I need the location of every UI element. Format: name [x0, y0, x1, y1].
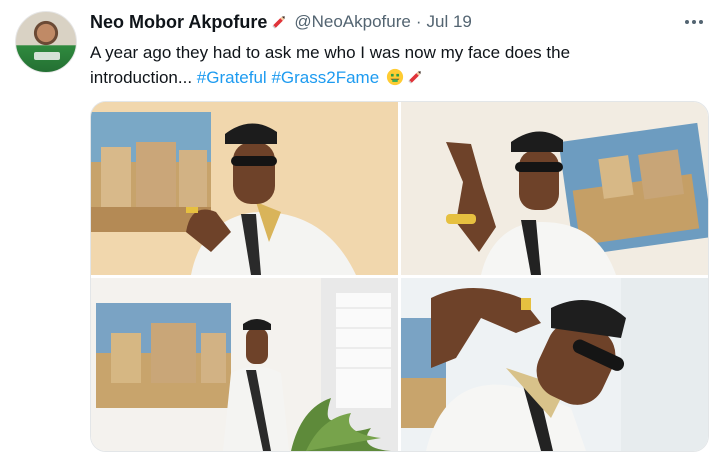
separator-dot: · — [415, 12, 422, 31]
tweet-text-prefix: introduction... — [90, 68, 197, 87]
money-mouth-face-icon — [386, 68, 403, 86]
photo-1[interactable] — [91, 102, 398, 275]
tweet-text-line-2: introduction... #Grateful #Grass2Fame — [90, 65, 690, 90]
display-name[interactable]: Neo Mobor Akpofure — [90, 12, 267, 33]
media-grid — [90, 101, 709, 452]
pencil-icon — [408, 71, 421, 84]
tweet-text: A year ago they had to ask me who I was … — [90, 40, 690, 90]
tweet-card[interactable]: Neo Mobor Akpofure @NeoAkpofure · Jul 19… — [0, 0, 720, 456]
hashtag-grass2fame[interactable]: #Grass2Fame — [271, 68, 379, 87]
photo-3[interactable] — [91, 278, 398, 451]
user-handle[interactable]: @NeoAkpofure — [294, 12, 411, 32]
photo-2[interactable] — [401, 102, 708, 275]
hashtag-grateful[interactable]: #Grateful — [197, 68, 267, 87]
avatar-shirt-logo — [34, 52, 60, 60]
more-options-icon[interactable] — [682, 14, 706, 30]
pencil-icon — [272, 16, 286, 29]
tweet-date[interactable]: Jul 19 — [427, 12, 472, 32]
tweet-header: Neo Mobor Akpofure @NeoAkpofure · Jul 19 — [90, 10, 472, 34]
tweet-text-line-1: A year ago they had to ask me who I was … — [90, 43, 571, 62]
avatar[interactable] — [15, 11, 77, 73]
photo-4[interactable] — [401, 278, 708, 451]
